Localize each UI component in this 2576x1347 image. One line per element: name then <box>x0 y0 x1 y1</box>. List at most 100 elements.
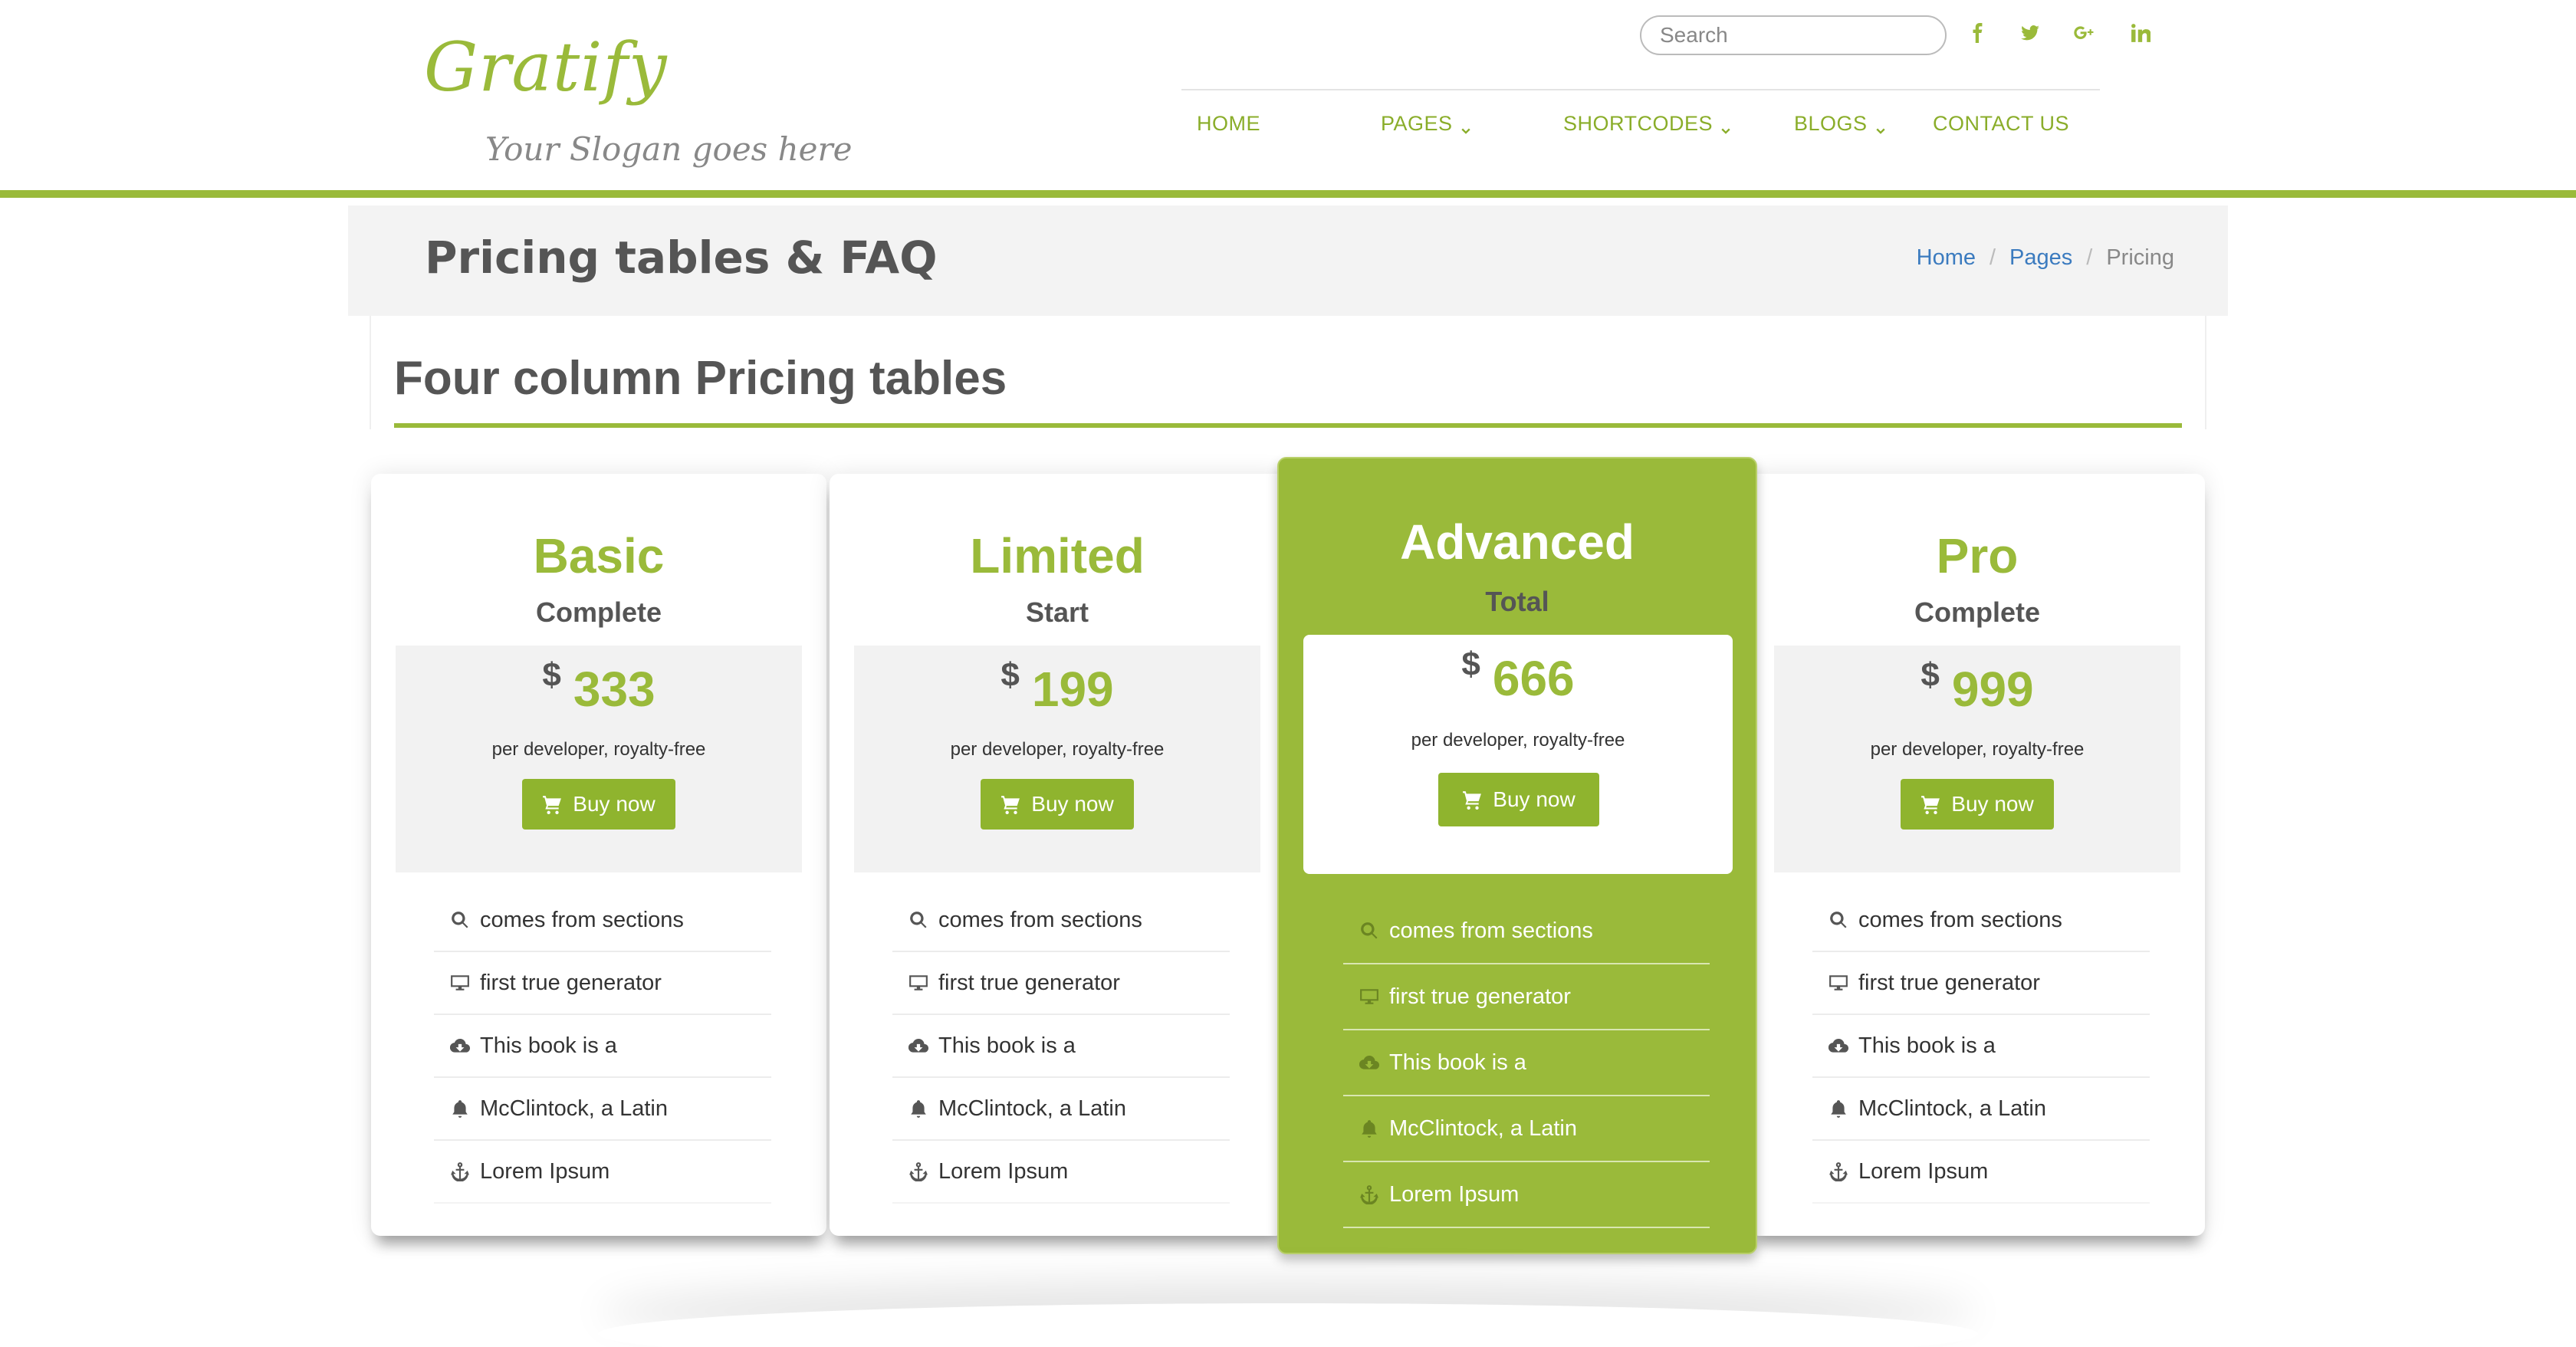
feature-item: McClintock, a Latin <box>1812 1078 2150 1141</box>
plan-price: $199 <box>854 656 1260 718</box>
price-box: $999 per developer, royalty-free Buy now <box>1774 646 2180 872</box>
feature-item: comes from sections <box>892 889 1230 952</box>
nav-item-pages[interactable]: PAGES <box>1381 112 1471 136</box>
feature-text: This book is a <box>1858 1033 1996 1058</box>
price-note: per developer, royalty-free <box>491 739 706 760</box>
buy-now-button[interactable]: Buy now <box>981 779 1134 830</box>
desktop-icon <box>1828 972 1849 994</box>
plan-subtitle: Complete <box>1914 596 2041 628</box>
feature-text: comes from sections <box>1858 907 2062 932</box>
anchor-icon <box>1828 1161 1849 1182</box>
nav-divider <box>1181 89 2100 90</box>
feature-text: Lorem Ipsum <box>480 1158 610 1184</box>
currency-symbol: $ <box>1461 646 1480 683</box>
desktop-icon <box>1359 986 1380 1007</box>
search-icon <box>1828 909 1849 931</box>
feature-text: Lorem Ipsum <box>938 1158 1069 1184</box>
feature-text: This book is a <box>1389 1050 1526 1075</box>
breadcrumb-current: Pricing <box>2106 245 2174 270</box>
feature-text: first true generator <box>480 970 662 995</box>
price-value: 333 <box>573 662 656 717</box>
nav-item-contact-us[interactable]: CONTACT US <box>1933 112 2069 136</box>
price-note: per developer, royalty-free <box>950 739 1165 760</box>
page-title-bar: Pricing tables & FAQ Home / Pages / Pric… <box>348 205 2228 316</box>
buy-now-button[interactable]: Buy now <box>522 779 675 830</box>
feature-item: first true generator <box>892 952 1230 1015</box>
feature-item: Lorem Ipsum <box>1343 1162 1710 1228</box>
bell-icon <box>908 1098 929 1119</box>
facebook-icon[interactable] <box>1959 14 1997 52</box>
bell-icon <box>1828 1098 1849 1119</box>
feature-item: This book is a <box>1343 1030 1710 1096</box>
chevron-down-icon <box>1875 119 1886 134</box>
feature-text: first true generator <box>1389 984 1571 1009</box>
anchor-icon <box>1359 1184 1380 1205</box>
breadcrumb-home[interactable]: Home <box>1917 245 1976 271</box>
price-value: 666 <box>1492 651 1575 706</box>
plan-name: Pro <box>1936 528 2019 583</box>
price-value: 999 <box>1951 662 2034 717</box>
desktop-icon <box>908 972 929 994</box>
currency-symbol: $ <box>542 656 561 694</box>
linkedin-icon[interactable] <box>2121 14 2160 52</box>
breadcrumb-separator: / <box>1989 245 1996 270</box>
cloud-download-icon <box>1828 1035 1849 1056</box>
search-icon <box>1359 920 1380 941</box>
twitter-icon[interactable] <box>2011 14 2049 52</box>
feature-text: comes from sections <box>1389 918 1593 943</box>
search-input[interactable] <box>1640 15 1947 55</box>
breadcrumb-pages[interactable]: Pages <box>2009 245 2072 271</box>
search-icon <box>449 909 471 931</box>
google-plus-icon[interactable] <box>2065 14 2103 52</box>
feature-text: McClintock, a Latin <box>480 1096 668 1121</box>
cart-icon <box>543 796 562 814</box>
bottom-shadow-decoration <box>598 1303 1978 1347</box>
buy-now-button[interactable]: Buy now <box>1438 773 1599 826</box>
feature-text: first true generator <box>1858 970 2040 995</box>
buy-now-label: Buy now <box>1493 787 1576 811</box>
feature-text: This book is a <box>938 1033 1076 1058</box>
buy-now-button[interactable]: Buy now <box>1901 779 2054 830</box>
nav-item-blogs[interactable]: BLOGS <box>1794 112 1886 136</box>
buy-now-label: Buy now <box>573 792 656 816</box>
feature-text: Lorem Ipsum <box>1858 1158 1989 1184</box>
nav-item-home[interactable]: HOME <box>1197 112 1260 136</box>
feature-item: Lorem Ipsum <box>892 1141 1230 1204</box>
feature-item: first true generator <box>1812 952 2150 1015</box>
pricing-card-basic: Basic Complete $333 per developer, royal… <box>371 474 826 1236</box>
logo[interactable]: Gratify <box>424 28 668 107</box>
price-note: per developer, royalty-free <box>1411 730 1625 751</box>
plan-name: Limited <box>970 528 1145 583</box>
plan-price: $666 <box>1303 646 1733 707</box>
cloud-download-icon <box>1359 1052 1380 1073</box>
pricing-card-limited: Limited Start $199 per developer, royalt… <box>830 474 1285 1236</box>
plan-name: Basic <box>533 528 665 583</box>
feature-text: comes from sections <box>938 907 1142 932</box>
nav-item-label: BLOGS <box>1794 112 1868 135</box>
chevron-down-icon <box>1460 119 1471 134</box>
feature-item: McClintock, a Latin <box>1343 1096 1710 1162</box>
feature-item: McClintock, a Latin <box>892 1078 1230 1141</box>
cloud-download-icon <box>449 1035 471 1056</box>
nav-item-label: PAGES <box>1381 112 1453 135</box>
currency-symbol: $ <box>1921 656 1940 694</box>
cart-icon <box>1001 796 1020 814</box>
feature-text: first true generator <box>938 970 1120 995</box>
feature-text: McClintock, a Latin <box>1858 1096 2046 1121</box>
breadcrumb-separator: / <box>2086 245 2093 270</box>
page-title: Pricing tables & FAQ <box>425 232 938 284</box>
slogan: Your Slogan goes here <box>485 130 853 168</box>
main-nav: HOME PAGES SHORTCODES BLOGS CONTACT US <box>1181 112 2100 146</box>
feature-text: Lorem Ipsum <box>1389 1181 1520 1207</box>
plan-price: $333 <box>396 656 802 718</box>
feature-list: comes from sections first true generator… <box>434 889 771 1204</box>
feature-item: Lorem Ipsum <box>434 1141 771 1204</box>
feature-item: This book is a <box>434 1015 771 1078</box>
desktop-icon <box>449 972 471 994</box>
nav-item-label: SHORTCODES <box>1563 112 1714 135</box>
plan-subtitle: Total <box>1485 586 1549 617</box>
nav-item-shortcodes[interactable]: SHORTCODES <box>1563 112 1731 136</box>
plan-subtitle: Complete <box>535 596 662 628</box>
cart-icon <box>1463 791 1482 810</box>
feature-item: first true generator <box>1343 964 1710 1030</box>
